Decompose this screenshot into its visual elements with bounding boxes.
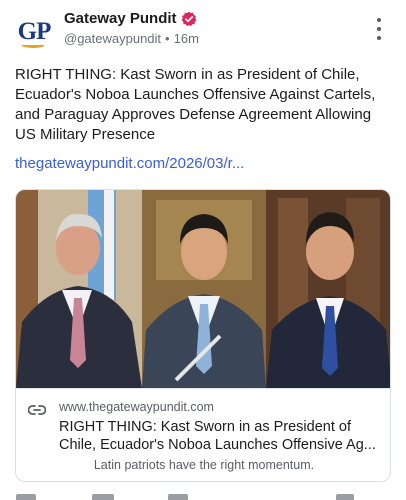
link-preview-card[interactable]: www.thegatewaypundit.com RIGHT THING: Ka… xyxy=(15,189,391,482)
repost-icon[interactable] xyxy=(92,494,114,500)
action-bar xyxy=(0,492,406,500)
post-text: RIGHT THING: Kast Sworn in as President … xyxy=(15,66,376,143)
verified-badge-icon xyxy=(181,11,196,26)
card-image[interactable] xyxy=(16,190,391,388)
card-title: RIGHT THING: Kast Sworn in as President … xyxy=(59,419,376,453)
avatar-logo: GP xyxy=(17,18,52,45)
post-meta: @gatewaypundit • 16m xyxy=(64,31,199,46)
meta-separator: • xyxy=(165,31,170,46)
author-handle[interactable]: @gatewaypundit xyxy=(64,31,161,46)
reply-icon[interactable] xyxy=(16,494,36,500)
card-description: Latin patriots have the right momentum. xyxy=(93,458,315,472)
post-link[interactable]: thegatewaypundit.com/2026/03/r... xyxy=(15,155,244,172)
card-domain: www.thegatewaypundit.com xyxy=(59,400,214,414)
post-time[interactable]: 16m xyxy=(174,31,199,46)
more-options-icon[interactable] xyxy=(370,18,388,40)
avatar-swoosh xyxy=(22,43,44,48)
share-icon[interactable] xyxy=(336,494,354,500)
like-icon[interactable] xyxy=(168,494,188,500)
post-card[interactable]: GP Gateway Pundit @gatewaypundit • 16m R… xyxy=(0,0,406,500)
card-footer[interactable]: www.thegatewaypundit.com RIGHT THING: Ka… xyxy=(16,388,390,481)
avatar[interactable]: GP xyxy=(14,12,54,52)
link-icon xyxy=(28,405,46,415)
author-name[interactable]: Gateway Pundit xyxy=(64,10,177,27)
author-row: Gateway Pundit xyxy=(64,10,197,27)
